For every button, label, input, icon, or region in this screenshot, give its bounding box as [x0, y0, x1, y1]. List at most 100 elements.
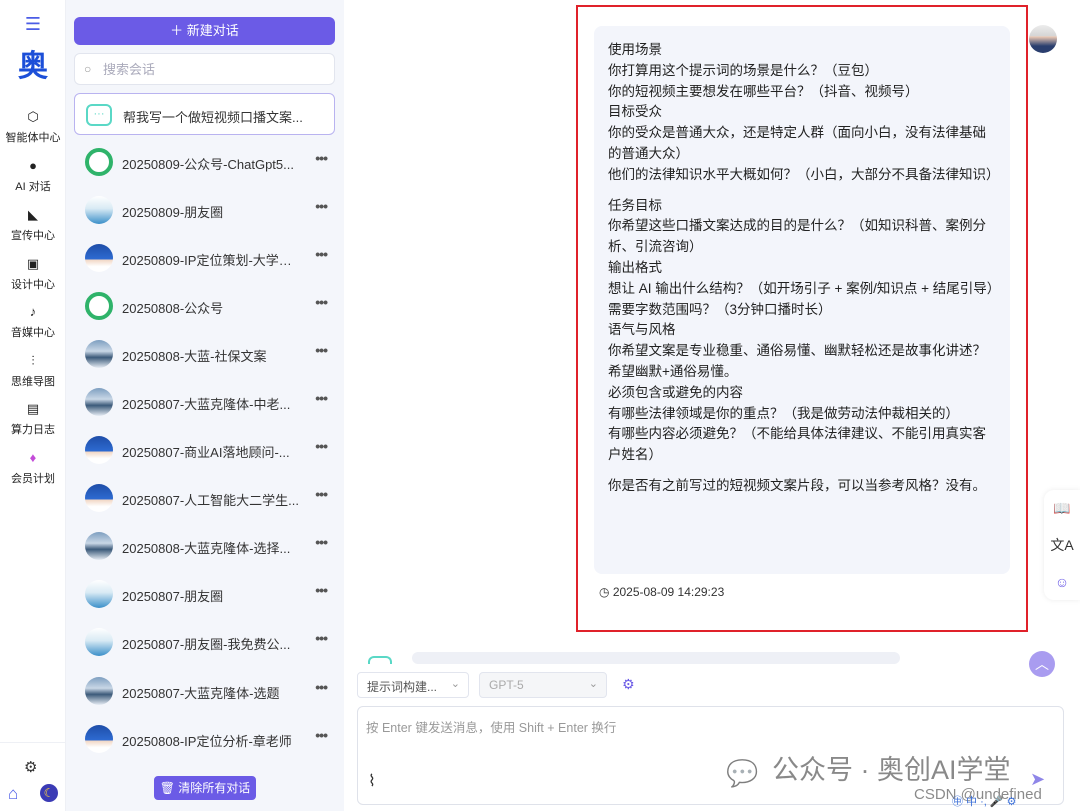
- session-item[interactable]: ··· 帮我写一个做短视频口播文案...: [74, 93, 335, 135]
- session-title: 20250807-朋友圈-我免费公...: [122, 637, 291, 652]
- collapse-menu-icon[interactable]: ☰: [22, 14, 44, 34]
- user-avatar: [1029, 25, 1057, 53]
- nav-item-audio[interactable]: ♪ 音媒中心: [0, 303, 66, 347]
- nav-item-label: 设计中心: [11, 279, 55, 291]
- model-settings-icon[interactable]: ⚙: [622, 676, 635, 693]
- more-options-icon[interactable]: •••: [315, 630, 328, 646]
- session-avatar: [85, 484, 113, 512]
- book-icon[interactable]: 📖: [1044, 496, 1080, 520]
- nav-item-agent-center[interactable]: ⬡ 智能体中心: [0, 108, 66, 152]
- message-line: 使用场景: [608, 42, 662, 57]
- search-input[interactable]: [103, 54, 328, 84]
- message-timestamp: ◷ 2025-08-09 14:29:23: [599, 585, 724, 599]
- session-item[interactable]: 20250807-朋友圈 •••: [74, 573, 335, 615]
- message-line: 你的受众是普通大众，还是特定人群（面向小白，没有法律基础的普通大众）: [608, 125, 986, 161]
- message-line: 你希望文案是专业稳重、通俗易懂、幽默轻松还是故事化讲述？ 希望幽默+通俗易懂。: [608, 343, 986, 379]
- ime-toolbar: ㊥ 中 ·, 🎤 ⚙: [952, 796, 1017, 808]
- chat-bubble-icon: ●: [29, 158, 37, 173]
- session-title: 20250808-大蓝克隆体-选择...: [122, 541, 291, 556]
- translate-icon[interactable]: 文A: [1044, 533, 1080, 557]
- message-line: 目标受众: [608, 104, 662, 120]
- trash-icon: 🗑: [159, 781, 179, 795]
- prompt-builder-value: 提示词构建...: [367, 680, 438, 694]
- prompt-builder-select[interactable]: 提示词构建... ⌄: [357, 672, 469, 698]
- megaphone-icon: ◣: [28, 207, 38, 222]
- session-title: 20250807-朋友圈: [122, 589, 224, 604]
- more-options-icon[interactable]: •••: [315, 294, 328, 310]
- search-box: ○: [74, 53, 335, 85]
- nav-item-design[interactable]: ▣ 设计中心: [0, 255, 66, 299]
- more-options-icon[interactable]: •••: [315, 582, 328, 598]
- scroll-to-top-button[interactable]: ︿: [1029, 651, 1055, 677]
- divider: [0, 742, 66, 743]
- session-avatar: [85, 725, 113, 753]
- session-item[interactable]: 20250809-朋友圈 •••: [74, 189, 335, 231]
- session-item[interactable]: 20250807-商业AI落地顾问-... •••: [74, 429, 335, 471]
- assistant-bot-icon[interactable]: ☺: [1044, 570, 1080, 594]
- message-line: 有哪些内容必须避免？（不能给具体法律建议、不能引用真实客户姓名）: [608, 426, 986, 463]
- session-item[interactable]: 20250807-朋友圈-我免费公... •••: [74, 621, 335, 663]
- session-title: 帮我写一个做短视频口播文案...: [123, 110, 303, 125]
- more-options-icon[interactable]: •••: [315, 486, 328, 502]
- new-chat-button[interactable]: ＋ 新建对话: [74, 17, 335, 45]
- model-select[interactable]: GPT-5 ⌄: [479, 672, 607, 698]
- user-message-bubble: 使用场景 你打算用这个提示词的场景是什么？（豆包） 你的短视频主要想发在哪些平台…: [594, 26, 1010, 574]
- settings-gear-icon[interactable]: ⚙: [24, 758, 37, 776]
- message-line: 你是否有之前写过的短视频文案片段，可以当参考风格？没有。: [608, 477, 986, 493]
- more-options-icon[interactable]: •••: [315, 727, 328, 743]
- session-item[interactable]: 20250808-大蓝克隆体-选择... •••: [74, 525, 335, 567]
- more-options-icon[interactable]: •••: [315, 534, 328, 550]
- session-avatar: [85, 628, 113, 656]
- bot-reply-icon: [368, 656, 392, 664]
- chevron-down-icon: ⌄: [450, 678, 460, 690]
- message-line: 输出格式: [608, 259, 662, 275]
- home-icon[interactable]: ⌂: [8, 784, 18, 804]
- more-options-icon[interactable]: •••: [315, 246, 328, 262]
- more-options-icon[interactable]: •••: [315, 390, 328, 406]
- clear-all-chats-button[interactable]: 🗑 清除所有对话: [154, 776, 256, 800]
- session-item[interactable]: 20250808-IP定位分析-章老师 •••: [74, 718, 335, 760]
- nav-item-label: 会员计划: [11, 473, 55, 485]
- paperclip-icon[interactable]: ⌇: [368, 771, 376, 791]
- session-title: 20250808-大蓝-社保文案: [122, 349, 267, 364]
- nav-item-label: 音媒中心: [11, 327, 55, 339]
- nav-item-mindmap[interactable]: ⫶ 思维导图: [0, 352, 66, 396]
- session-item[interactable]: 20250808-大蓝-社保文案 •••: [74, 333, 335, 375]
- message-line: 有哪些法律领域是你的重点？（我是做劳动法仲裁相关的）: [608, 405, 959, 421]
- session-item[interactable]: 20250807-大蓝克隆体-中老... •••: [74, 381, 335, 423]
- more-options-icon[interactable]: •••: [315, 438, 328, 454]
- more-options-icon[interactable]: •••: [315, 342, 328, 358]
- session-item[interactable]: 20250807-大蓝克隆体-选题 •••: [74, 670, 335, 712]
- session-item[interactable]: 20250808-公众号 •••: [74, 285, 335, 327]
- message-line: 任务目标: [608, 197, 662, 213]
- nav-item-ai-chat[interactable]: ● AI 对话: [0, 157, 66, 201]
- brand-logo: 奥: [18, 49, 48, 84]
- session-title: 20250807-大蓝克隆体-选题: [122, 686, 280, 701]
- session-avatar: [85, 292, 113, 320]
- plus-icon: ＋: [170, 23, 187, 38]
- nav-item-compute-log[interactable]: ▤ 算力日志: [0, 400, 66, 444]
- session-panel: ＋ 新建对话 ○ ··· 帮我写一个做短视频口播文案... 20250809-公…: [66, 0, 344, 811]
- nav-item-promotion[interactable]: ◣ 宣传中心: [0, 206, 66, 250]
- session-title: 20250807-人工智能大二学生...: [122, 493, 300, 508]
- session-avatar: [85, 196, 113, 224]
- clear-all-label: 清除所有对话: [178, 781, 251, 795]
- session-item[interactable]: 20250809-公众号-ChatGpt5... •••: [74, 141, 335, 183]
- more-options-icon[interactable]: •••: [315, 198, 328, 214]
- search-icon: ○: [84, 62, 92, 76]
- message-line: 你打算用这个提示词的场景是什么？（豆包）: [608, 62, 878, 78]
- more-options-icon[interactable]: •••: [315, 679, 328, 695]
- session-avatar: [85, 388, 113, 416]
- session-item[interactable]: 20250807-人工智能大二学生... •••: [74, 477, 335, 519]
- session-item[interactable]: 20250809-IP定位策划-大学老... •••: [74, 237, 335, 279]
- session-title: 20250809-公众号-ChatGpt5...: [122, 157, 294, 172]
- model-value: GPT-5: [489, 678, 524, 692]
- session-avatar: [85, 340, 113, 368]
- session-avatar: [85, 677, 113, 705]
- nav-item-membership[interactable]: ♦ 会员计划: [0, 449, 66, 493]
- nav-item-label: 宣传中心: [11, 230, 55, 242]
- more-options-icon[interactable]: •••: [315, 150, 328, 166]
- floating-toolbar: 📖 文A ☺: [1044, 490, 1080, 600]
- dark-mode-moon-icon[interactable]: ☾: [40, 784, 58, 802]
- session-title: 20250809-朋友圈: [122, 205, 224, 220]
